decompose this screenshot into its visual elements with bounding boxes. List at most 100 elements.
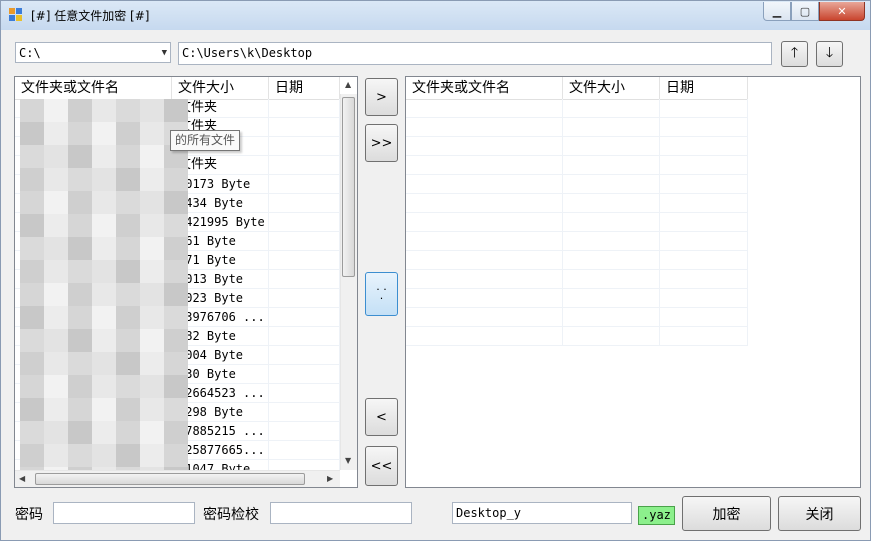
target-list-rows <box>406 99 748 346</box>
redaction-block <box>116 375 140 398</box>
redaction-block <box>92 444 116 467</box>
redaction-block <box>68 283 92 306</box>
redaction-block <box>140 145 164 168</box>
redaction-block <box>92 375 116 398</box>
file-date-cell <box>269 137 340 155</box>
horizontal-scrollbar[interactable]: ◀ ▶ <box>15 470 340 487</box>
drive-select[interactable]: C:\ ▼ <box>15 42 171 63</box>
redaction-block <box>68 329 92 352</box>
minimize-button[interactable]: ▁ <box>763 2 791 21</box>
empty-cell <box>660 251 748 269</box>
empty-cell <box>406 99 563 117</box>
empty-cell <box>660 289 748 307</box>
redaction-block <box>92 237 116 260</box>
redaction-block <box>116 168 140 191</box>
file-date-cell <box>269 403 340 421</box>
remove-one-button[interactable]: < <box>365 398 398 436</box>
scroll-left-icon[interactable]: ◀ <box>19 474 25 483</box>
empty-cell <box>660 213 748 231</box>
redaction-block <box>44 145 68 168</box>
redaction-block <box>140 283 164 306</box>
title-bar: [#] 任意文件加密 [#] ▁ ▢ ✕ <box>1 1 870 30</box>
redaction-block <box>44 237 68 260</box>
dots-button[interactable]: · · · <box>365 272 398 316</box>
redaction-block <box>20 145 44 168</box>
redaction-block <box>116 145 140 168</box>
redaction-block <box>20 260 44 283</box>
empty-cell <box>563 175 660 193</box>
redaction-block <box>44 306 68 329</box>
tooltip: 的所有文件 <box>170 130 241 151</box>
file-date-cell <box>269 118 340 136</box>
redaction-block <box>116 122 140 145</box>
redaction-block <box>44 99 68 122</box>
extension-badge: .yaz <box>638 506 675 525</box>
horizontal-scroll-thumb[interactable] <box>35 473 305 485</box>
redaction-block <box>92 329 116 352</box>
password-check-field[interactable] <box>270 502 412 524</box>
file-date-cell <box>269 384 340 402</box>
vertical-scroll-thumb[interactable] <box>342 97 355 277</box>
redaction-block <box>116 237 140 260</box>
redaction-block <box>140 352 164 375</box>
target-file-list[interactable]: 文件夹或文件名 文件大小 日期 <box>405 76 861 488</box>
remove-all-button[interactable]: << <box>365 446 398 486</box>
redaction-block <box>92 99 116 122</box>
file-date-cell <box>269 422 340 440</box>
redaction-block <box>44 168 68 191</box>
arrow-down-icon: 🡓 <box>825 45 834 61</box>
redaction-block <box>140 306 164 329</box>
maximize-button[interactable]: ▢ <box>791 2 819 21</box>
empty-cell <box>406 270 563 288</box>
add-one-button[interactable]: > <box>365 78 398 116</box>
empty-cell <box>406 289 563 307</box>
empty-cell <box>563 137 660 155</box>
password-field[interactable] <box>53 502 195 524</box>
scroll-down-icon[interactable]: ▼ <box>345 456 351 465</box>
redaction-block <box>164 168 188 191</box>
arrow-up-icon: 🡑 <box>790 45 799 61</box>
redaction-block <box>164 329 188 352</box>
redaction-block <box>92 421 116 444</box>
output-name-field[interactable]: Desktop_y <box>452 502 632 524</box>
redaction-block <box>116 214 140 237</box>
redaction-block <box>164 375 188 398</box>
redaction-block <box>140 398 164 421</box>
close-button[interactable]: 关闭 <box>778 496 861 531</box>
empty-cell <box>563 213 660 231</box>
empty-cell <box>660 137 748 155</box>
nav-down-button[interactable]: 🡓 <box>816 41 843 67</box>
source-file-list[interactable]: 文件夹或文件名 文件大小 日期 文件夹文件夹文件夹文件夹70173 Byte14… <box>14 76 358 488</box>
empty-cell <box>563 118 660 136</box>
scroll-up-icon[interactable]: ▲ <box>345 80 351 89</box>
redaction-block <box>20 168 44 191</box>
redaction-block <box>92 122 116 145</box>
empty-cell <box>660 156 748 174</box>
empty-cell <box>406 194 563 212</box>
nav-up-button[interactable]: 🡑 <box>781 41 808 67</box>
vertical-scrollbar[interactable]: ▲ ▼ <box>340 80 357 470</box>
window-title: [#] 任意文件加密 [#] <box>31 9 150 23</box>
redaction-block <box>164 352 188 375</box>
column-header-size[interactable]: 文件大小 <box>172 77 269 99</box>
empty-cell <box>660 327 748 345</box>
encrypt-button[interactable]: 加密 <box>682 496 771 531</box>
column-header-name[interactable]: 文件夹或文件名 <box>15 77 172 99</box>
empty-cell <box>563 194 660 212</box>
path-field[interactable]: C:\Users\k\Desktop <box>178 42 772 65</box>
close-window-button[interactable]: ✕ <box>819 2 865 21</box>
redaction-block <box>20 283 44 306</box>
empty-cell <box>563 327 660 345</box>
scroll-right-icon[interactable]: ▶ <box>327 474 333 483</box>
empty-cell <box>563 251 660 269</box>
empty-cell <box>660 194 748 212</box>
column-header-name[interactable]: 文件夹或文件名 <box>406 77 563 99</box>
client-area: C:\ ▼ C:\Users\k\Desktop 🡑 🡓 文件夹或文件名 文件大… <box>1 30 870 540</box>
column-header-size[interactable]: 文件大小 <box>563 77 660 99</box>
empty-cell <box>660 99 748 117</box>
add-all-button[interactable]: >> <box>365 124 398 162</box>
empty-row <box>406 213 748 232</box>
column-header-date[interactable]: 日期 <box>660 77 748 99</box>
column-header-date[interactable]: 日期 <box>269 77 340 99</box>
redaction-block <box>116 260 140 283</box>
